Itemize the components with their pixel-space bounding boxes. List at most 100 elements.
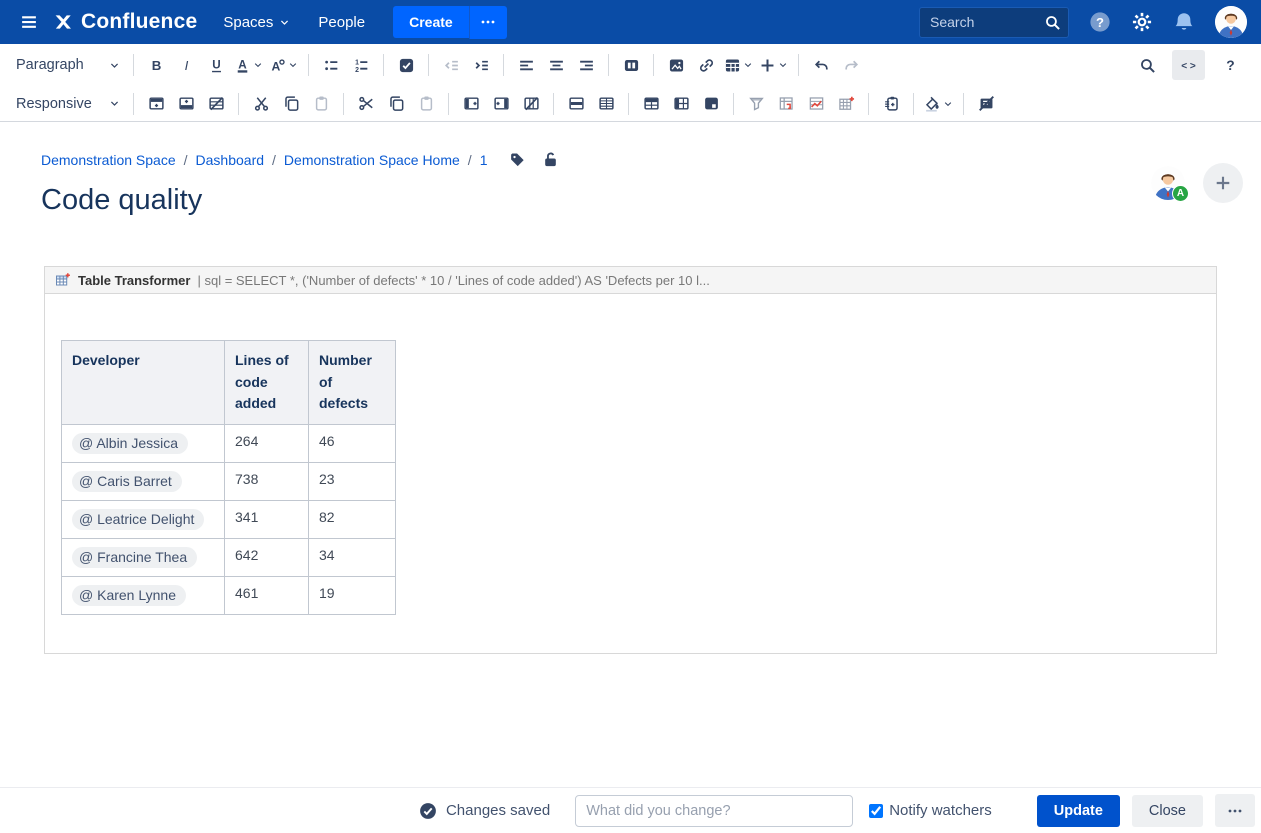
add-contributor-button[interactable]: [1203, 163, 1243, 203]
filter-button[interactable]: [741, 89, 771, 119]
paragraph-style-dropdown[interactable]: Paragraph: [16, 57, 120, 73]
version-comment-input[interactable]: [575, 795, 853, 827]
heading-column-button[interactable]: [666, 89, 696, 119]
add-column-before-button[interactable]: [456, 89, 486, 119]
merge-cells-button[interactable]: [561, 89, 591, 119]
nav-people[interactable]: People: [318, 14, 365, 31]
create-button[interactable]: Create: [393, 6, 469, 38]
header-lines-of-code[interactable]: Lines of code added: [225, 341, 309, 425]
help-button[interactable]: [1089, 11, 1111, 33]
bullet-list-button[interactable]: [316, 50, 346, 80]
user-mention[interactable]: @ Francine Thea: [72, 547, 197, 568]
cut-column-button[interactable]: [351, 89, 381, 119]
breadcrumb-space-link[interactable]: Demonstration Space: [41, 152, 176, 168]
table-style-dropdown[interactable]: Responsive: [16, 96, 120, 112]
header-developer[interactable]: Developer: [62, 341, 225, 425]
labels-tag-icon[interactable]: [509, 151, 526, 168]
user-avatar[interactable]: [1215, 6, 1247, 38]
paste-row-button[interactable]: [306, 89, 336, 119]
delete-row-button[interactable]: [201, 89, 231, 119]
add-transformer-table-button[interactable]: [831, 89, 861, 119]
insert-more-button[interactable]: [756, 50, 791, 80]
cut-row-button[interactable]: [246, 89, 276, 119]
remove-table-formatting-button[interactable]: [971, 89, 1001, 119]
heading-row-button[interactable]: [636, 89, 666, 119]
user-mention[interactable]: @ Leatrice Delight: [72, 509, 204, 530]
search-icon[interactable]: [1044, 14, 1061, 31]
add-row-above-button[interactable]: [141, 89, 171, 119]
notify-watchers-checkbox[interactable]: [869, 804, 883, 818]
user-mention[interactable]: @ Caris Barret: [72, 471, 182, 492]
source-code-button[interactable]: [1172, 50, 1205, 80]
find-button[interactable]: [1132, 50, 1162, 80]
outdent-button[interactable]: [436, 50, 466, 80]
notifications-button[interactable]: [1173, 11, 1195, 33]
macro-header[interactable]: Table Transformer | sql = SELECT *, ('Nu…: [44, 266, 1217, 294]
close-button[interactable]: Close: [1132, 795, 1203, 827]
insert-image-button[interactable]: [661, 50, 691, 80]
lines-cell[interactable]: 264: [225, 425, 309, 463]
numbered-list-button[interactable]: [346, 50, 376, 80]
copy-column-button[interactable]: [381, 89, 411, 119]
defects-cell[interactable]: 34: [309, 539, 396, 577]
developer-cell[interactable]: @ Leatrice Delight: [62, 501, 225, 539]
breadcrumb-home-link[interactable]: Demonstration Space Home: [284, 152, 460, 168]
update-button[interactable]: Update: [1037, 795, 1120, 827]
developer-cell[interactable]: @ Karen Lynne: [62, 577, 225, 615]
confluence-logo[interactable]: Confluence: [52, 10, 197, 34]
copy-table-button[interactable]: [876, 89, 906, 119]
pivot-table-button[interactable]: [771, 89, 801, 119]
delete-column-button[interactable]: [516, 89, 546, 119]
contributor-avatar[interactable]: A: [1151, 166, 1185, 200]
bold-button[interactable]: [141, 50, 171, 80]
breadcrumb-dashboard-link[interactable]: Dashboard: [196, 152, 265, 168]
pivot-table-icon: [778, 95, 795, 112]
chart-from-table-button[interactable]: [801, 89, 831, 119]
lines-cell[interactable]: 341: [225, 501, 309, 539]
undo-button[interactable]: [806, 50, 836, 80]
create-more-button[interactable]: [469, 6, 507, 39]
table-transformer-macro[interactable]: Table Transformer | sql = SELECT *, ('Nu…: [44, 266, 1217, 654]
text-color-button[interactable]: [231, 50, 266, 80]
redo-button[interactable]: [836, 50, 866, 80]
lines-cell[interactable]: 738: [225, 463, 309, 501]
settings-button[interactable]: [1131, 11, 1153, 33]
breadcrumb-page-link[interactable]: 1: [480, 152, 488, 168]
unlock-icon[interactable]: [542, 151, 559, 168]
developer-cell[interactable]: @ Caris Barret: [62, 463, 225, 501]
align-left-button[interactable]: [511, 50, 541, 80]
defects-cell[interactable]: 82: [309, 501, 396, 539]
developer-cell[interactable]: @ Albin Jessica: [62, 425, 225, 463]
developer-cell[interactable]: @ Francine Thea: [62, 539, 225, 577]
add-column-after-button[interactable]: [486, 89, 516, 119]
task-list-button[interactable]: [391, 50, 421, 80]
insert-link-button[interactable]: [691, 50, 721, 80]
defects-cell[interactable]: 46: [309, 425, 396, 463]
cell-style-button[interactable]: [696, 89, 726, 119]
help-toolbar-button[interactable]: [1215, 50, 1245, 80]
formatting-options-button[interactable]: [266, 50, 301, 80]
lines-cell[interactable]: 642: [225, 539, 309, 577]
align-center-button[interactable]: [541, 50, 571, 80]
paste-column-button[interactable]: [411, 89, 441, 119]
user-mention[interactable]: @ Karen Lynne: [72, 585, 186, 606]
footer-more-button[interactable]: [1215, 794, 1255, 827]
italic-button[interactable]: [171, 50, 201, 80]
page-layout-button[interactable]: [616, 50, 646, 80]
page-title[interactable]: Code quality: [41, 184, 1261, 217]
align-right-button[interactable]: [571, 50, 601, 80]
underline-button[interactable]: [201, 50, 231, 80]
defects-cell[interactable]: 19: [309, 577, 396, 615]
user-mention[interactable]: @ Albin Jessica: [72, 433, 188, 454]
nav-spaces[interactable]: Spaces: [223, 14, 290, 31]
add-row-below-button[interactable]: [171, 89, 201, 119]
cell-color-button[interactable]: [921, 89, 956, 119]
header-number-of-defects[interactable]: Number of defects: [309, 341, 396, 425]
defects-cell[interactable]: 23: [309, 463, 396, 501]
copy-row-button[interactable]: [276, 89, 306, 119]
insert-table-button[interactable]: [721, 50, 756, 80]
indent-button[interactable]: [466, 50, 496, 80]
split-cells-button[interactable]: [591, 89, 621, 119]
sidebar-menu-button[interactable]: [14, 7, 44, 37]
lines-cell[interactable]: 461: [225, 577, 309, 615]
